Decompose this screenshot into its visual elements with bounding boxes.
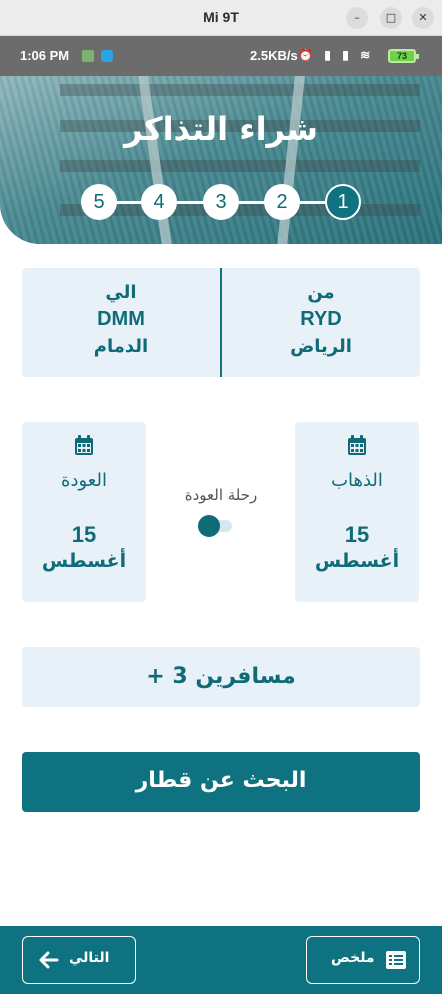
from-code: RYD — [300, 308, 342, 330]
summary-button[interactable]: ملخص — [306, 936, 420, 984]
step-5[interactable]: 5 — [81, 184, 117, 220]
from-city: الرياض — [290, 336, 352, 357]
departure-date-card[interactable]: الذهاب 15 أغسطس — [295, 422, 419, 602]
next-label: التالي — [69, 950, 110, 966]
rail-tie — [60, 160, 420, 172]
step-2[interactable]: 2 — [264, 184, 300, 220]
next-button[interactable]: التالي — [22, 936, 136, 984]
signal-wifi-icons: ⏰ ▮ ▮ ≋ — [298, 48, 375, 62]
arrow-left-icon — [39, 951, 59, 969]
messenger-notification-icon — [101, 50, 113, 62]
status-bar: 1:06 PM 2.5KB/s ⏰ ▮ ▮ ≋ 73 — [0, 36, 442, 76]
return-trip-label: رحلة العودة — [184, 486, 258, 504]
maximize-button[interactable]: □ — [380, 7, 402, 29]
return-date-card[interactable]: العودة 15 أغسطس — [22, 422, 146, 602]
calendar-icon — [75, 435, 93, 455]
rail-tie — [60, 84, 420, 96]
departure-month: أغسطس — [314, 550, 400, 572]
minimize-button[interactable]: – — [346, 7, 368, 29]
network-speed: 2.5KB/s — [250, 48, 298, 63]
header-banner: شراء التذاكر 5 4 3 2 1 — [0, 76, 442, 244]
window-titlebar: Mi 9T – □ ✕ — [0, 0, 442, 36]
step-indicator: 5 4 3 2 1 — [81, 182, 363, 222]
status-time: 1:06 PM — [20, 48, 70, 63]
summary-label: ملخص — [331, 950, 375, 966]
calendar-icon — [348, 435, 366, 455]
search-train-button[interactable]: البحث عن قطار — [22, 752, 420, 812]
battery-icon: 73 — [388, 49, 419, 63]
step-1-active[interactable]: 1 — [325, 184, 361, 220]
destination-station[interactable]: الي DMM الدمام — [22, 282, 220, 357]
close-button[interactable]: ✕ — [412, 7, 434, 29]
list-icon — [386, 951, 406, 969]
step-3[interactable]: 3 — [203, 184, 239, 220]
page-title: شراء التذاكر — [124, 110, 318, 148]
step-4[interactable]: 4 — [141, 184, 177, 220]
return-trip-toggle[interactable] — [198, 514, 236, 538]
return-day: 15 — [71, 522, 97, 547]
bottom-bar: التالي ملخص — [0, 926, 442, 994]
origin-station[interactable]: من RYD الرياض — [222, 282, 420, 357]
to-code: DMM — [97, 308, 145, 330]
departure-label: الذهاب — [331, 470, 383, 491]
departure-day: 15 — [344, 522, 370, 547]
passengers-selector[interactable]: + 3 مسافرين — [22, 647, 420, 707]
app-notification-icon — [82, 50, 94, 62]
route-card: الي DMM الدمام من RYD الرياض — [22, 268, 420, 377]
return-month: أغسطس — [41, 550, 127, 572]
return-label: العودة — [61, 470, 107, 491]
toggle-knob — [198, 515, 220, 537]
from-label: من — [307, 282, 335, 303]
window-title: Mi 9T — [203, 9, 239, 25]
to-city: الدمام — [93, 336, 149, 357]
to-label: الي — [105, 282, 137, 303]
